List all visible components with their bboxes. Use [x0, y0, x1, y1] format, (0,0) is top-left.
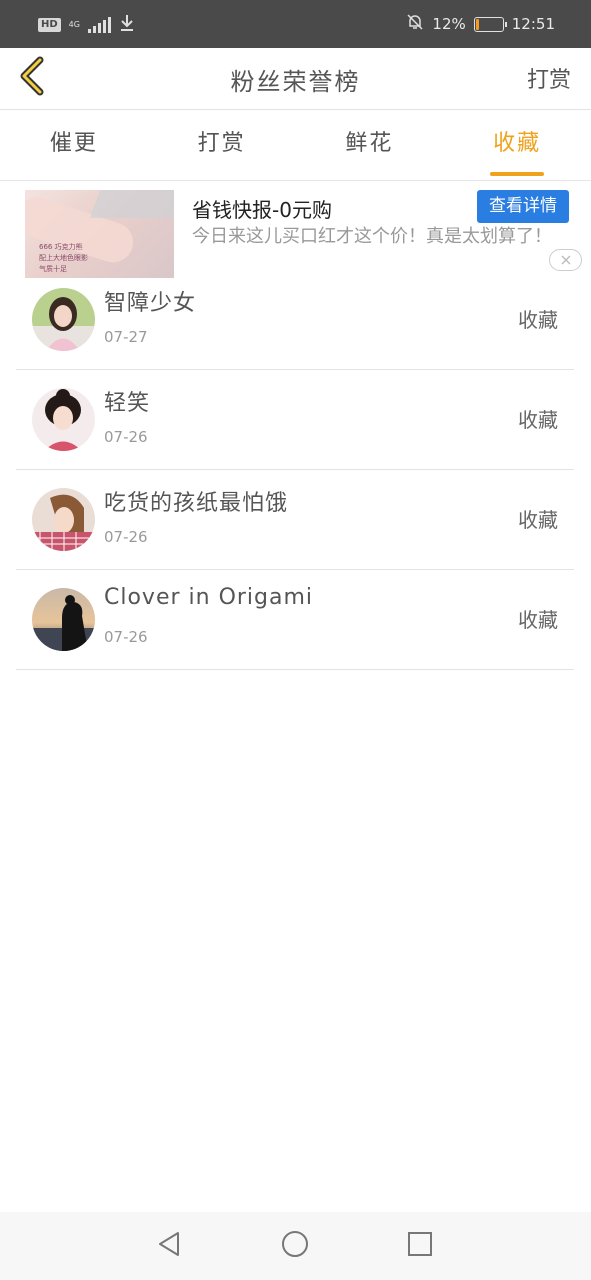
- fan-action: 收藏: [518, 308, 558, 332]
- fan-date: 07-26: [104, 528, 148, 546]
- ad-details-button[interactable]: 查看详情: [477, 190, 569, 223]
- fan-name: 轻笑: [104, 391, 151, 416]
- reward-button[interactable]: 打赏: [527, 62, 571, 94]
- system-nav-bar: [0, 1212, 591, 1280]
- square-recents-icon: [407, 1231, 433, 1261]
- clock: 12:51: [511, 15, 555, 33]
- ad-banner[interactable]: 666 巧克力熊 配上大地色眼影 气质十足 省钱快报-0元购 今日来这儿买口红才…: [0, 182, 591, 278]
- fan-name: 吃货的孩纸最怕饿: [104, 491, 289, 516]
- battery-icon: [473, 16, 507, 32]
- fan-action: 收藏: [518, 508, 558, 532]
- avatar: [32, 588, 95, 651]
- circle-home-icon: [281, 1230, 309, 1262]
- fan-action: 收藏: [518, 608, 558, 632]
- tab-bar: 催更 打赏 鲜花 收藏: [0, 111, 591, 181]
- ad-caption-line: 666 巧克力熊: [39, 243, 83, 251]
- battery-fill: [475, 18, 479, 30]
- triangle-back-icon: [156, 1230, 182, 1262]
- ad-description: 今日来这儿买口红才这个价！真是太划算了！: [192, 226, 552, 247]
- avatar: [32, 288, 95, 351]
- ad-caption-line: 配上大地色眼影: [39, 254, 88, 262]
- fan-list: 智障少女 07-27 收藏 轻笑 07-26 收藏 吃货的孩纸最怕饿 07-26…: [16, 270, 574, 670]
- fan-date: 07-26: [104, 628, 148, 646]
- list-item[interactable]: Clover in Origami 07-26 收藏: [16, 570, 574, 670]
- status-right: 12% 12:51: [406, 13, 555, 35]
- status-left: HD 4G: [38, 14, 135, 36]
- title-bar: 粉丝荣誉榜 打赏: [0, 48, 591, 110]
- fan-name: Clover in Origami: [104, 585, 314, 610]
- bell-muted-icon: [406, 13, 424, 35]
- network-label: 4G: [68, 20, 80, 29]
- tab-flowers[interactable]: 鲜花: [296, 111, 444, 180]
- list-item[interactable]: 吃货的孩纸最怕饿 07-26 收藏: [16, 470, 574, 570]
- avatar: [32, 388, 95, 451]
- fan-date: 07-26: [104, 428, 148, 446]
- fan-name: 智障少女: [104, 291, 197, 316]
- nav-home-button[interactable]: [279, 1230, 311, 1262]
- fan-date: 07-27: [104, 328, 148, 346]
- tab-urge[interactable]: 催更: [0, 111, 148, 180]
- fan-action: 收藏: [518, 408, 558, 432]
- download-icon: [119, 14, 135, 36]
- nav-recents-button[interactable]: [404, 1230, 436, 1262]
- battery-percent: 12%: [432, 15, 466, 33]
- tab-favorites[interactable]: 收藏: [443, 111, 591, 180]
- hd-badge: HD: [38, 18, 61, 32]
- page-title: 粉丝荣誉榜: [230, 68, 361, 96]
- list-item[interactable]: 轻笑 07-26 收藏: [16, 370, 574, 470]
- ad-title: 省钱快报-0元购: [192, 198, 332, 222]
- close-icon: [560, 251, 572, 270]
- avatar: [32, 488, 95, 551]
- status-bar: HD 4G 12% 12:51: [0, 0, 591, 48]
- nav-back-button[interactable]: [153, 1230, 185, 1262]
- signal-icon: [87, 17, 111, 33]
- ad-image: 666 巧克力熊 配上大地色眼影 气质十足: [25, 190, 174, 278]
- tab-reward[interactable]: 打赏: [148, 111, 296, 180]
- ad-close-button[interactable]: [549, 249, 582, 271]
- list-item[interactable]: 智障少女 07-27 收藏: [16, 270, 574, 370]
